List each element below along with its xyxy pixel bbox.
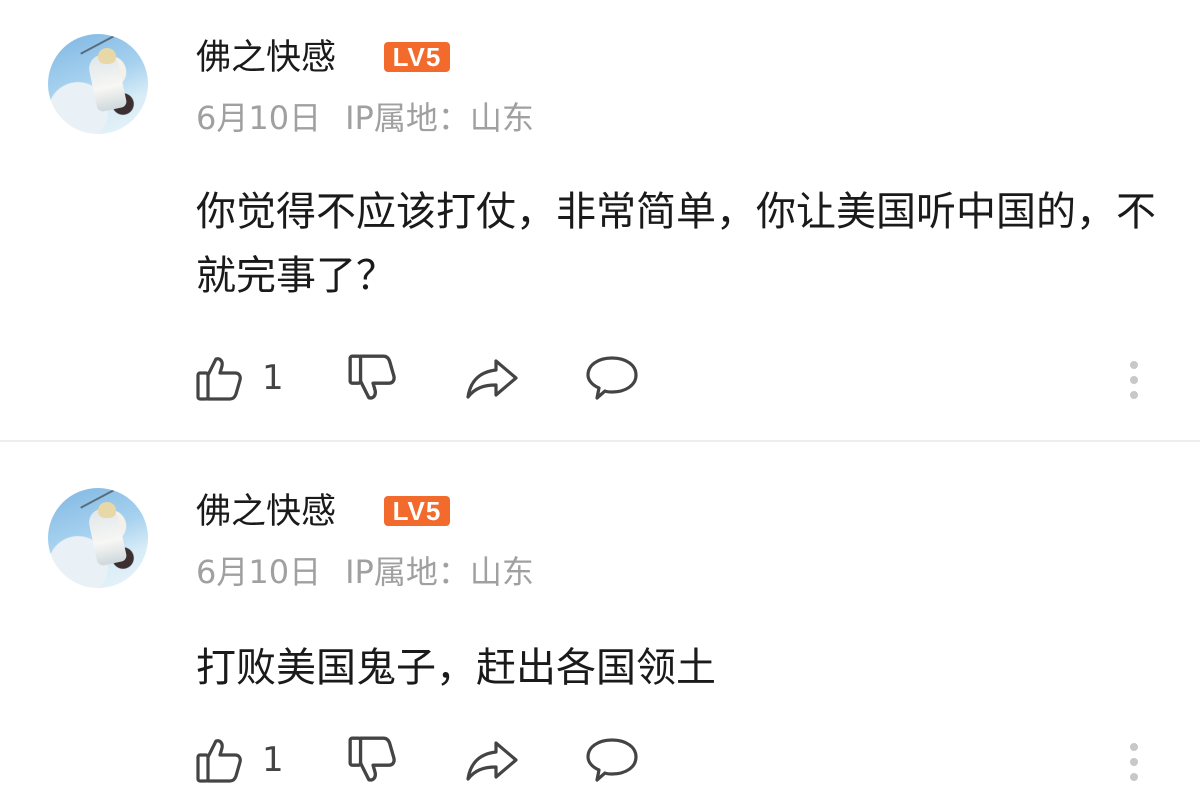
like-count: 1 <box>262 358 284 398</box>
avatar-art-hair <box>98 48 116 64</box>
comment-bubble-icon <box>586 356 638 400</box>
username[interactable]: 佛之快感 <box>196 492 336 532</box>
thumbs-up-icon <box>196 739 242 783</box>
dislike-button[interactable] <box>346 730 398 790</box>
username[interactable]: 佛之快感 <box>196 38 336 78</box>
comment-date: 6月10日 <box>196 553 322 591</box>
ip-location: IP属地：山东 <box>345 553 534 591</box>
comment-item: 佛之快感 LV5 6月10日 IP属地：山东 你觉得不应该打仗，非常简单，你让美国… <box>0 0 1200 440</box>
share-button[interactable] <box>464 348 520 408</box>
more-options-button[interactable] <box>1122 730 1146 790</box>
like-button[interactable]: 1 <box>194 348 284 408</box>
comment-text: 你觉得不应该打仗，非常简单，你让美国听中国的，不就完事了？ <box>196 189 1156 299</box>
comment-date: 6月10日 <box>196 99 322 137</box>
comment-actions: 1 <box>0 730 1200 790</box>
share-button[interactable] <box>464 730 520 790</box>
reply-button[interactable] <box>584 348 640 408</box>
more-vertical-icon <box>1130 361 1138 399</box>
more-vertical-icon <box>1130 743 1138 781</box>
comment-meta: 6月10日 IP属地：山东 <box>196 554 534 590</box>
more-options-button[interactable] <box>1122 348 1146 408</box>
like-button[interactable]: 1 <box>194 730 284 790</box>
comment-actions: 1 <box>0 348 1200 408</box>
thumbs-down-icon <box>348 354 396 400</box>
avatar-art-hair <box>98 502 116 518</box>
comment-bubble-icon <box>586 738 638 782</box>
comment-meta: 6月10日 IP属地：山东 <box>196 100 534 136</box>
avatar[interactable] <box>48 34 148 134</box>
comment-text: 打败美国鬼子，赶出各国领土 <box>196 645 716 691</box>
dislike-button[interactable] <box>346 348 398 408</box>
ip-location: IP属地：山东 <box>345 99 534 137</box>
avatar[interactable] <box>48 488 148 588</box>
thumbs-up-icon <box>196 357 242 401</box>
thumbs-down-icon <box>348 736 396 782</box>
share-arrow-icon <box>466 359 518 399</box>
comment-item: 佛之快感 LV5 6月10日 IP属地：山东 打败美国鬼子，赶出各国领土 1 <box>0 442 1200 810</box>
share-arrow-icon <box>466 741 518 781</box>
reply-button[interactable] <box>584 730 640 790</box>
like-count: 1 <box>262 740 284 780</box>
level-badge: LV5 <box>384 496 450 526</box>
level-badge: LV5 <box>384 42 450 72</box>
